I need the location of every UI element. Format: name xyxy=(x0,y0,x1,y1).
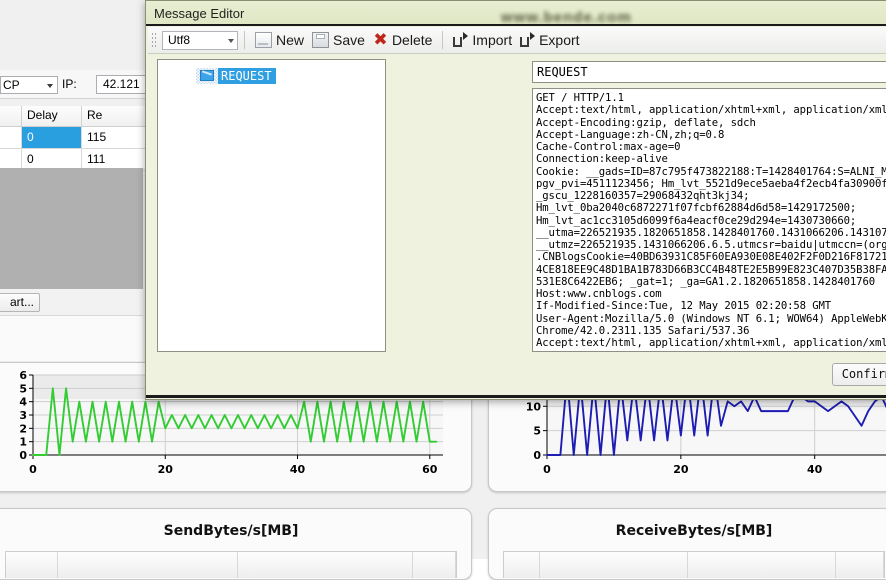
svg-text:0: 0 xyxy=(19,449,27,462)
import-arrow-icon xyxy=(453,32,469,47)
send-col-2[interactable] xyxy=(238,552,413,578)
table-row[interactable]: 0 115 xyxy=(0,127,160,149)
delete-button-label: Delete xyxy=(391,32,433,48)
message-name-value: REQUEST xyxy=(537,65,588,79)
new-button[interactable]: New xyxy=(251,28,308,52)
bg-empty-area-2 xyxy=(0,280,143,289)
connections-grid-header: Delay Re xyxy=(0,106,160,127)
send-table-panel: SendBytes/s[MB] xyxy=(0,508,472,580)
svg-text:1: 1 xyxy=(19,436,27,449)
svg-text:0: 0 xyxy=(29,463,37,476)
send-col-0[interactable] xyxy=(6,552,58,578)
new-document-icon xyxy=(255,32,272,48)
message-name-field[interactable]: REQUEST xyxy=(532,61,886,83)
receive-col-2[interactable] xyxy=(688,552,836,578)
export-button-label: Export xyxy=(539,32,580,48)
svg-text:5: 5 xyxy=(19,382,27,395)
cell-delay: 0 xyxy=(22,127,82,148)
bg-spacer xyxy=(0,315,143,361)
save-button-label: Save xyxy=(333,32,365,48)
svg-text:2: 2 xyxy=(19,422,27,435)
ip-label: IP: xyxy=(62,77,77,91)
send-col-3[interactable] xyxy=(413,552,456,578)
receive-table-panel: ReceiveBytes/s[MB] xyxy=(488,508,886,580)
import-button-label: Import xyxy=(472,32,513,48)
save-icon xyxy=(312,32,330,48)
cell-index xyxy=(0,149,22,170)
encoding-select-value: Utf8 xyxy=(168,32,191,47)
new-button-label: New xyxy=(276,32,305,48)
toolbar-separator xyxy=(244,31,245,49)
message-icon xyxy=(196,68,218,84)
connections-grid[interactable]: Delay Re 0 115 0 111 xyxy=(0,106,160,171)
editor-toolbar: Utf8 New Save ✖ Delete Import Export xyxy=(148,27,886,54)
chevron-down-icon xyxy=(47,84,53,88)
receive-col-0[interactable] xyxy=(504,552,540,578)
send-col-1[interactable] xyxy=(58,552,238,578)
svg-text:40: 40 xyxy=(290,463,306,476)
list-item[interactable]: REQUEST xyxy=(196,68,276,84)
title-divider xyxy=(146,24,886,26)
bg-empty-area xyxy=(0,168,143,280)
list-item-label: REQUEST xyxy=(218,68,276,84)
svg-text:60: 60 xyxy=(422,463,438,476)
send-table-header[interactable] xyxy=(5,551,457,578)
cell-index xyxy=(0,127,22,148)
svg-text:20: 20 xyxy=(673,463,689,476)
delete-x-icon: ✖ xyxy=(373,30,388,50)
message-body-field[interactable]: GET / HTTP/1.1 Accept:text/html, applica… xyxy=(532,88,886,352)
svg-text:0: 0 xyxy=(533,449,541,462)
save-button[interactable]: Save xyxy=(308,28,369,52)
import-button[interactable]: Import xyxy=(449,28,516,52)
column-header-blank[interactable] xyxy=(0,106,22,126)
delete-button[interactable]: ✖ Delete xyxy=(369,28,436,52)
column-header-delay[interactable]: Delay xyxy=(22,106,82,126)
dialog-bottom-divider xyxy=(146,395,886,398)
chevron-down-icon xyxy=(228,38,234,43)
svg-text:3: 3 xyxy=(19,409,27,422)
svg-text:20: 20 xyxy=(158,463,174,476)
svg-text:10: 10 xyxy=(526,400,542,413)
toolbar-separator-2 xyxy=(442,31,444,49)
svg-text:0: 0 xyxy=(543,463,551,476)
receive-table-header[interactable] xyxy=(503,551,885,578)
start-button[interactable]: art... xyxy=(0,293,40,312)
message-list-panel[interactable]: REQUEST xyxy=(157,59,386,352)
message-body-value: GET / HTTP/1.1 Accept:text/html, applica… xyxy=(536,92,886,349)
svg-text:4: 4 xyxy=(19,396,27,409)
cell-delay: 0 xyxy=(22,149,82,170)
svg-text:6: 6 xyxy=(19,369,27,382)
toolbar-grip-icon[interactable] xyxy=(151,32,158,48)
confirm-button[interactable]: Confirm xyxy=(832,363,886,386)
dialog-title: Message Editor xyxy=(154,6,245,21)
send-panel-title: SendBytes/s[MB] xyxy=(163,523,299,539)
svg-text:5: 5 xyxy=(533,425,541,438)
export-arrow-icon xyxy=(520,32,536,47)
svg-text:40: 40 xyxy=(807,463,823,476)
receive-col-3[interactable] xyxy=(836,552,884,578)
message-editor-dialog: Message Editor www.bende.com Utf8 New Sa… xyxy=(145,0,886,400)
receive-col-1[interactable] xyxy=(540,552,688,578)
protocol-select[interactable]: CP xyxy=(0,76,58,94)
dialog-title-bar[interactable]: Message Editor www.bende.com xyxy=(146,1,886,26)
encoding-select[interactable]: Utf8 xyxy=(162,30,238,50)
export-button[interactable]: Export xyxy=(516,28,583,52)
receive-panel-title: ReceiveBytes/s[MB] xyxy=(615,523,773,539)
